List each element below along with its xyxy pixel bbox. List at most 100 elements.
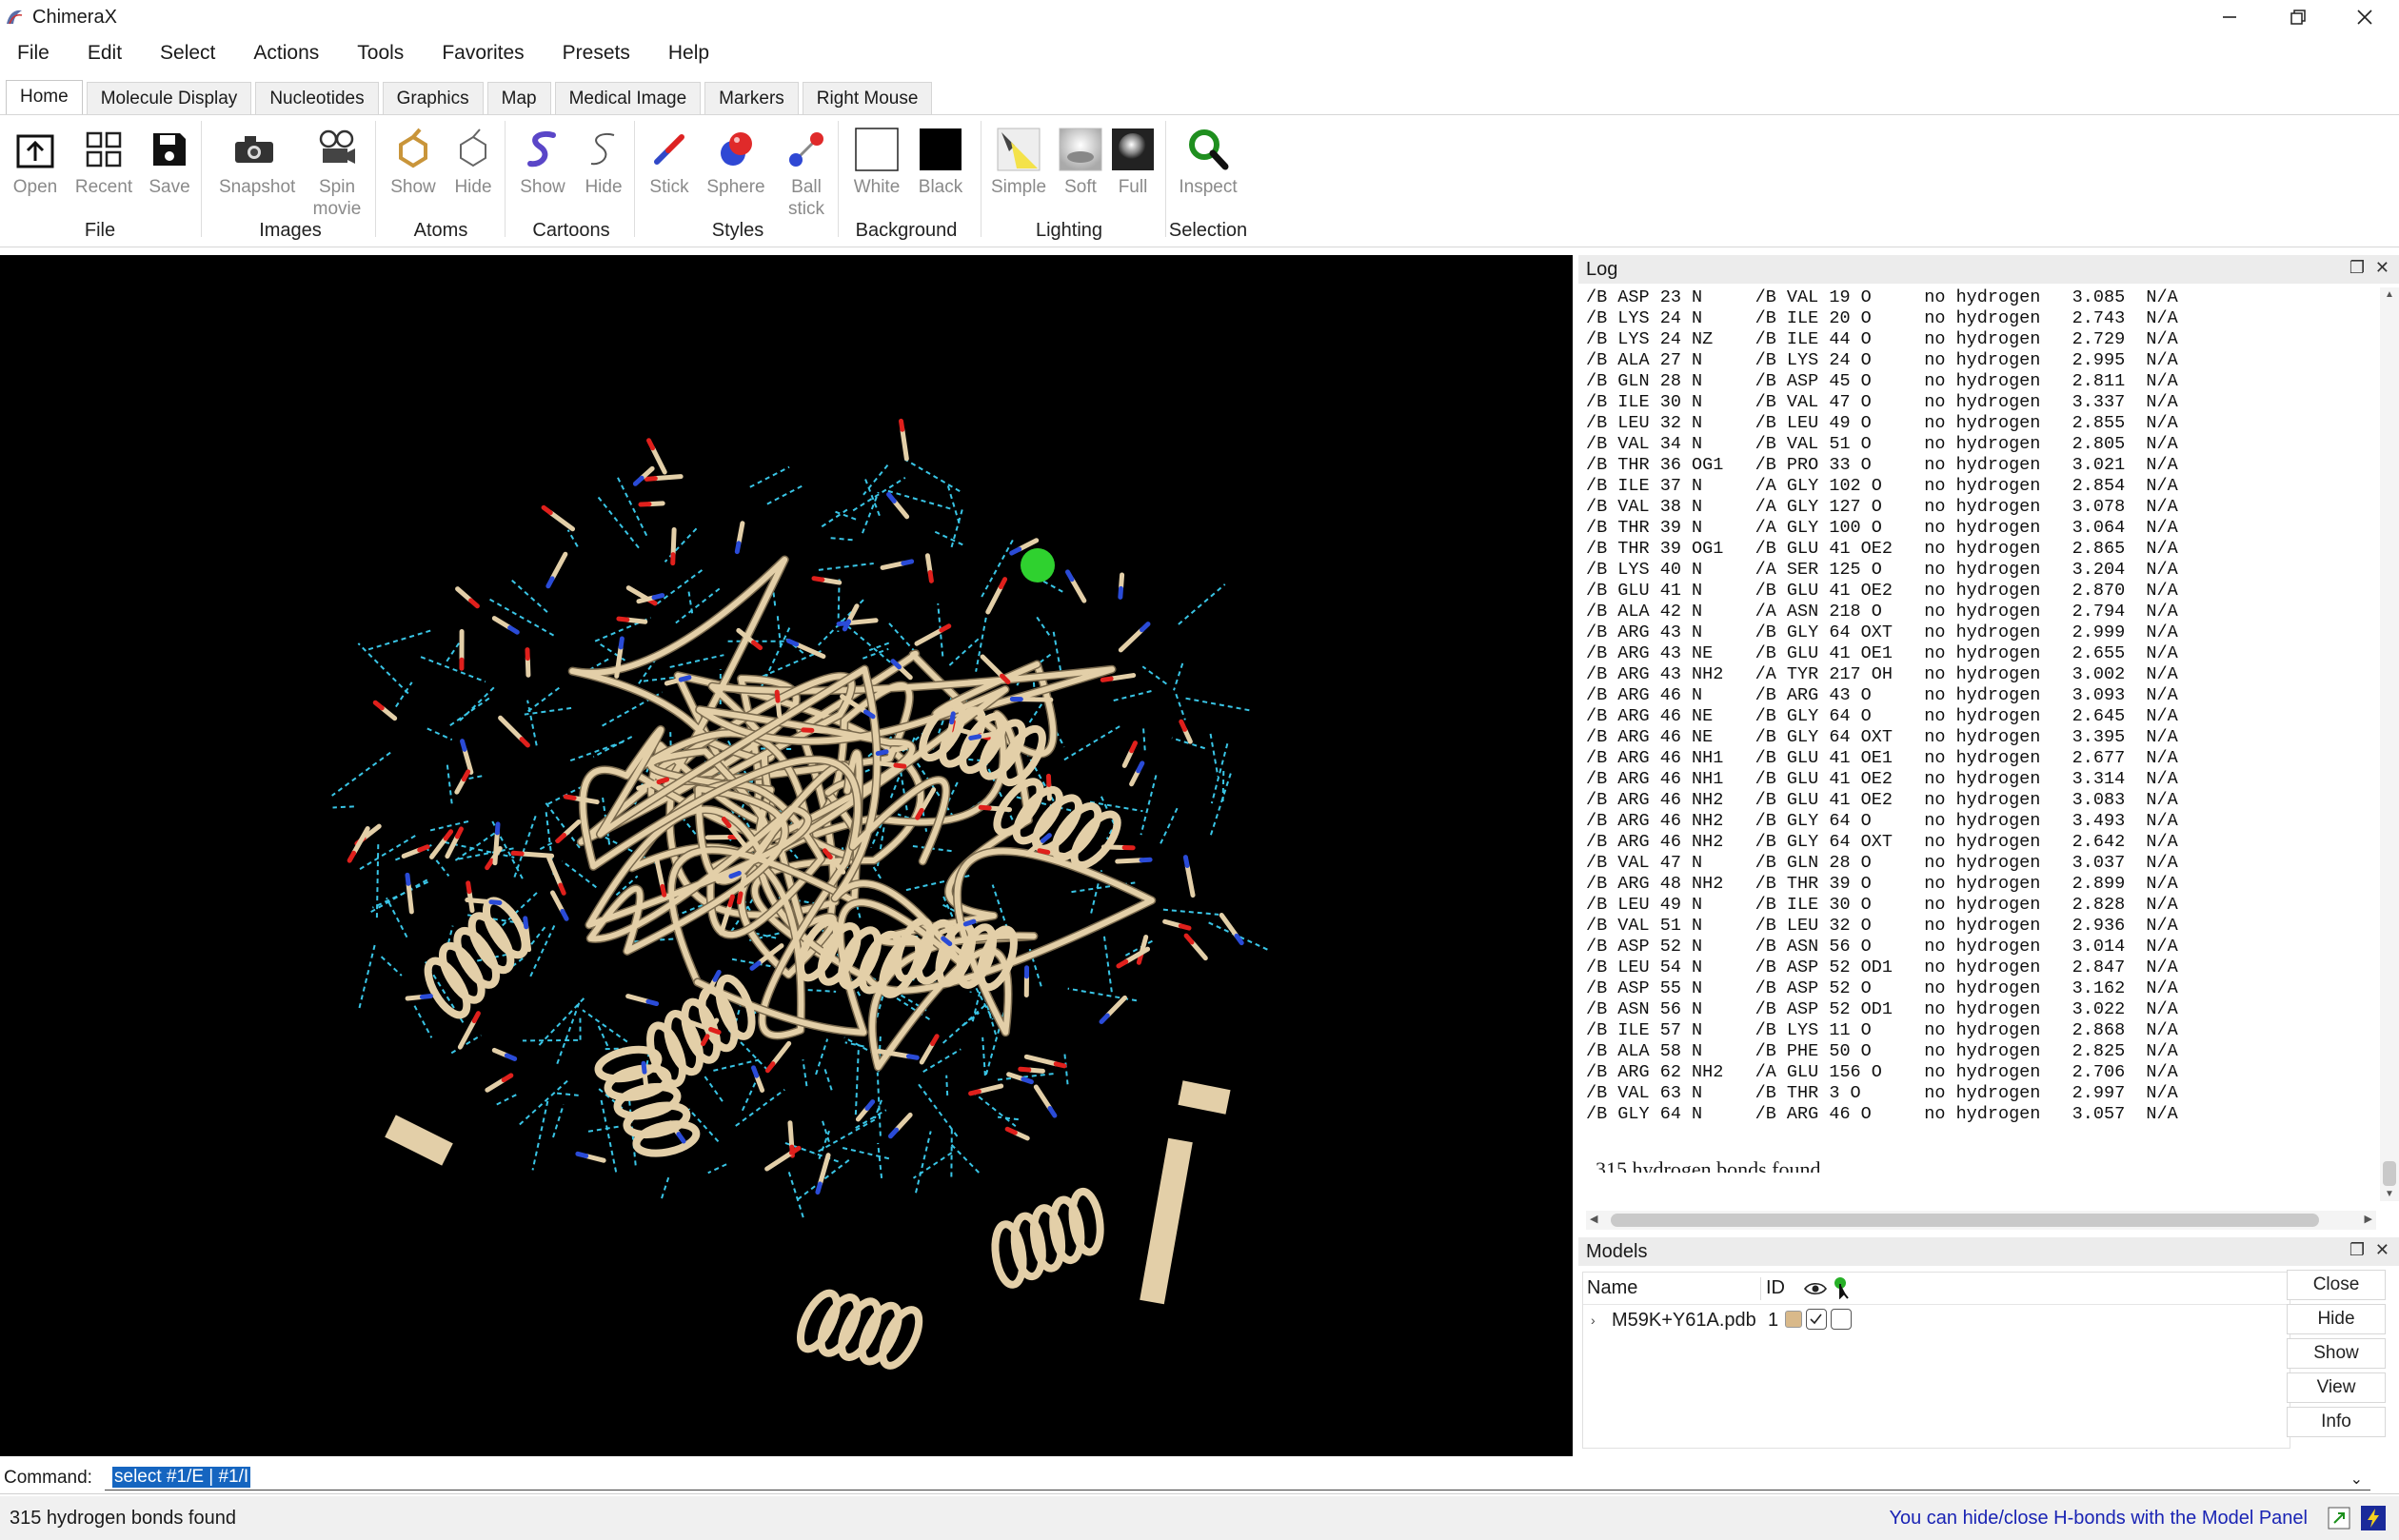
undock-icon[interactable]: ❐ (2349, 1240, 2365, 1260)
scroll-up-icon[interactable]: ▲ (2385, 289, 2394, 300)
info-model-button[interactable]: Info (2287, 1407, 2386, 1437)
hbond-line (597, 496, 641, 550)
menu-presets[interactable]: Presets (544, 42, 649, 65)
model-color-swatch[interactable] (1785, 1311, 1802, 1328)
sidechain-heteroatom (656, 777, 670, 785)
lighting-simple-button[interactable]: Simple (983, 123, 1054, 198)
tab-right-mouse[interactable]: Right Mouse (802, 82, 933, 114)
background-black-button[interactable]: Black (905, 123, 976, 198)
menu-select[interactable]: Select (141, 42, 234, 65)
hbond-line (370, 879, 428, 914)
command-input[interactable]: select #1/E | #1/I ⌄ (105, 1466, 2370, 1491)
tab-nucleotides[interactable]: Nucleotides (255, 82, 379, 114)
atoms-hide-label: Hide (454, 177, 492, 197)
sphere-button[interactable]: Sphere (701, 123, 771, 198)
sidechain-bond (919, 1041, 936, 1065)
column-id[interactable]: ID (1766, 1277, 1785, 1299)
sidechain-bond (1189, 939, 1208, 961)
model-selected-checkbox[interactable] (1831, 1309, 1852, 1330)
lighting-full-button[interactable]: Full (1098, 123, 1168, 198)
menu-file[interactable]: File (0, 42, 69, 65)
atoms-hide-button[interactable]: Hide (438, 123, 508, 198)
eye-icon (1804, 1282, 1827, 1295)
tab-medical-image[interactable]: Medical Image (554, 82, 702, 114)
background-white-button[interactable]: White (842, 123, 912, 198)
graphics-resize-icon[interactable] (2327, 1506, 2351, 1530)
show-model-button[interactable]: Show (2287, 1338, 2386, 1369)
menu-edit[interactable]: Edit (69, 42, 141, 65)
chevron-down-icon[interactable]: ⌄ (2350, 1470, 2363, 1489)
hide-model-button[interactable]: Hide (2287, 1304, 2386, 1334)
tab-molecule-display[interactable]: Molecule Display (86, 82, 252, 114)
sidechain-bond (625, 994, 651, 1004)
log-row: /B ASP 55 N /B ASP 52 O no hydrogen 3.16… (1586, 978, 2178, 998)
log-hscroll-thumb[interactable] (1611, 1214, 2319, 1227)
close-icon[interactable]: ✕ (2375, 258, 2389, 278)
sidechain-heteroatom (558, 882, 566, 896)
sidechain-heteroatom (405, 872, 411, 886)
sidechain-bond (914, 627, 944, 646)
spin-movie-button[interactable]: Spin movie (302, 123, 372, 220)
group-label-styles: Styles (711, 220, 764, 241)
sidechain-bond (1115, 858, 1144, 864)
scroll-right-icon[interactable]: ▶ (2365, 1213, 2372, 1225)
cartoon-show-button[interactable]: Show (507, 123, 578, 198)
hbond-line (962, 1012, 980, 1026)
log-row: /B LYS 40 N /A SER 125 O no hydrogen 3.2… (1586, 560, 2178, 580)
model-row[interactable]: › M59K+Y61A.pdb 1 (1583, 1305, 2290, 1335)
window-title: ChimeraX (32, 6, 117, 28)
view-model-button[interactable]: View (2287, 1372, 2386, 1403)
log-row: /B ILE 37 N /A GLY 102 O no hydrogen 2.8… (1586, 476, 2178, 496)
select-pointer-icon (1834, 1277, 1849, 1299)
scroll-left-icon[interactable]: ◀ (1590, 1213, 1597, 1225)
column-name[interactable]: Name (1587, 1277, 1637, 1299)
tab-markers[interactable]: Markers (704, 82, 799, 114)
tab-home[interactable]: Home (6, 80, 83, 114)
hbond-line (357, 642, 409, 695)
menu-actions[interactable]: Actions (234, 42, 338, 65)
log-title: Log (1586, 259, 1618, 280)
graphics-viewport[interactable] (0, 255, 1573, 1456)
hbond-line (776, 616, 783, 648)
menu-favorites[interactable]: Favorites (423, 42, 543, 65)
inspect-button[interactable]: Inspect (1173, 123, 1243, 198)
sidechain-bond (547, 510, 576, 532)
stick-button[interactable]: Stick (634, 123, 704, 198)
recent-button[interactable]: Recent (69, 123, 139, 198)
sidechain-heteroatom (905, 1054, 920, 1060)
sidechain-heteroatom (727, 894, 735, 908)
log-vertical-scrollbar[interactable]: ▲ ▼ (2380, 287, 2399, 1201)
magnifier-icon (1189, 129, 1229, 170)
command-input-text[interactable]: select #1/E | #1/I (112, 1467, 251, 1488)
expand-chevron-icon[interactable]: › (1591, 1313, 1596, 1328)
menu-help[interactable]: Help (649, 42, 728, 65)
undock-icon[interactable]: ❐ (2349, 258, 2365, 278)
menu-tools[interactable]: Tools (338, 42, 423, 65)
log-row: /B ARG 46 NE /B GLY 64 O no hydrogen 2.6… (1586, 706, 2178, 726)
close-model-button[interactable]: Close (2287, 1270, 2386, 1300)
model-shown-checkbox[interactable] (1806, 1309, 1827, 1330)
close-icon[interactable]: ✕ (2375, 1240, 2389, 1260)
tab-graphics[interactable]: Graphics (382, 82, 484, 114)
snapshot-button[interactable]: Snapshot (219, 123, 295, 198)
sidechain-bond (549, 890, 565, 914)
sidechain-heteroatom (1037, 848, 1051, 855)
scroll-down-icon[interactable]: ▼ (2385, 1189, 2394, 1199)
sidechain-bond (1069, 577, 1087, 603)
cartoon-hide-button[interactable]: Hide (568, 123, 639, 198)
log-row: /B ARG 48 NH2 /B THR 39 O no hydrogen 2.… (1586, 874, 2178, 894)
lightning-icon[interactable] (2361, 1506, 2386, 1530)
ball-stick-button[interactable]: Ball stick (771, 123, 842, 220)
sidechain-bond (571, 796, 600, 805)
minimize-button[interactable] (2195, 0, 2264, 34)
close-window-button[interactable] (2330, 0, 2399, 34)
log-scroll-thumb[interactable] (2383, 1161, 2396, 1186)
sidechain-heteroatom (875, 749, 889, 757)
save-button[interactable]: Save (134, 123, 205, 198)
open-button[interactable]: Open (0, 123, 70, 198)
log-row: /B GLY 64 N /B ARG 46 O no hydrogen 3.05… (1586, 1104, 2178, 1124)
maximize-button[interactable] (2264, 0, 2332, 34)
tab-map[interactable]: Map (486, 82, 551, 114)
log-horizontal-scrollbar[interactable]: ◀ ▶ (1586, 1211, 2376, 1230)
sidechain-bond (445, 834, 460, 859)
